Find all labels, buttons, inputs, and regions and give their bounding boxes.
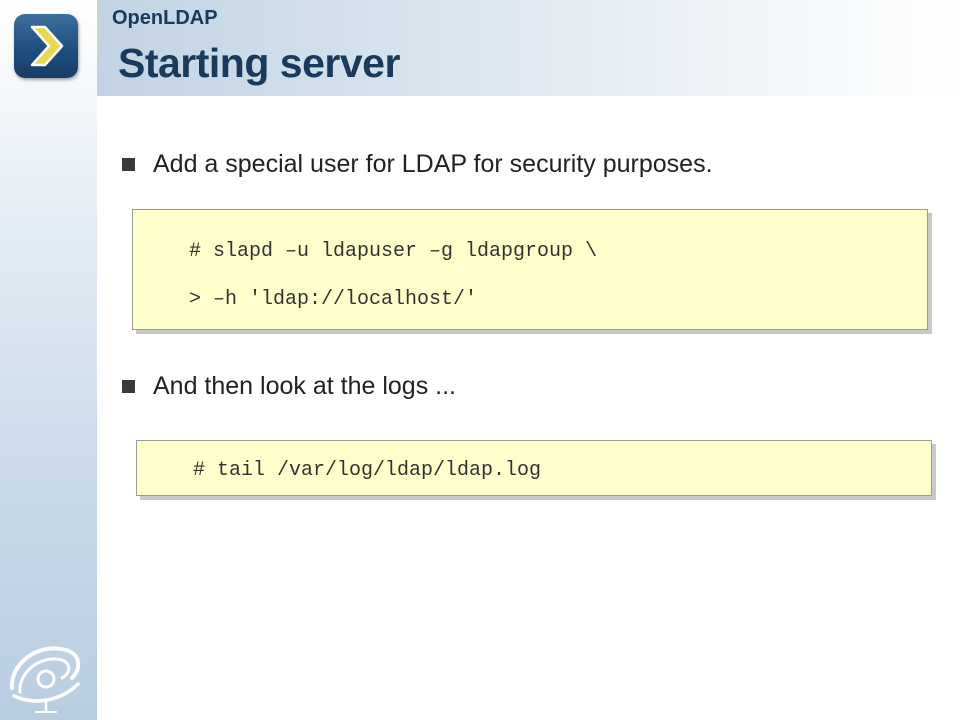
bullet-item: Add a special user for LDAP for security…	[122, 150, 713, 179]
chevron-right-icon	[14, 14, 78, 78]
sidebar	[0, 0, 97, 720]
code-block: # slapd –u ldapuser –g ldapgroup \ > –h …	[132, 209, 928, 330]
bullet-square-icon	[122, 380, 135, 393]
swirl-logo-icon	[6, 634, 90, 719]
bullet-item: And then look at the logs ...	[122, 372, 456, 401]
app-name: OpenLDAP	[112, 7, 218, 29]
bullet-text: Add a special user for LDAP for security…	[153, 150, 713, 178]
code-line: > –h 'ldap://localhost/'	[189, 288, 478, 311]
bullet-text: And then look at the logs ...	[153, 372, 456, 400]
code-line: # slapd –u ldapuser –g ldapgroup \	[189, 240, 598, 263]
page-title: Starting server	[118, 40, 400, 86]
bullet-square-icon	[122, 158, 135, 171]
code-block: # tail /var/log/ldap/ldap.log	[136, 440, 932, 496]
code-line: # tail /var/log/ldap/ldap.log	[193, 459, 542, 482]
